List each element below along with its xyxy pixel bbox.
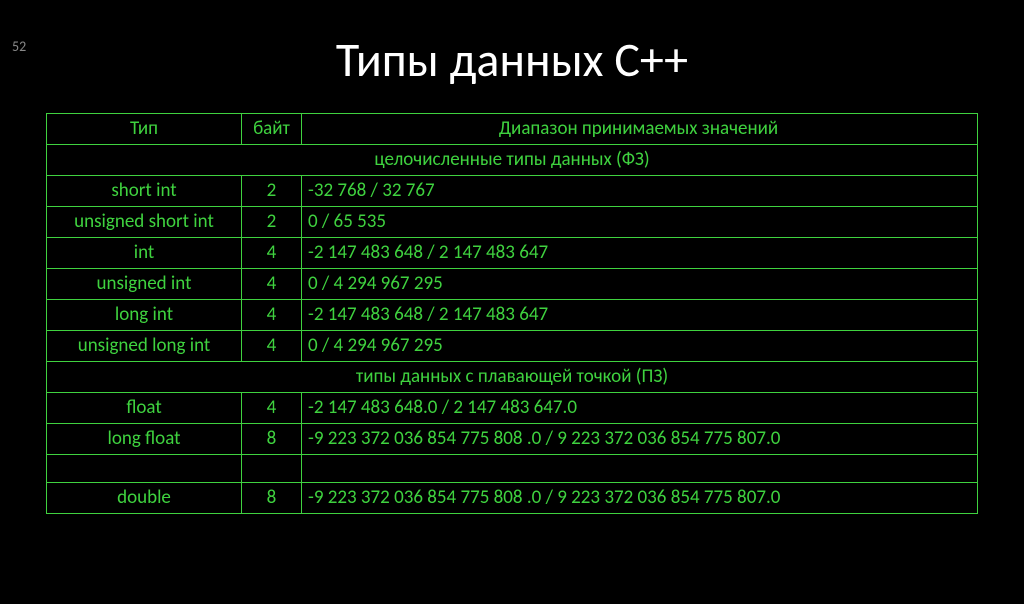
cell-range: -2 147 483 648 / 2 147 483 647	[302, 238, 978, 269]
data-types-table: Тип байт Диапазон принимаемых значений ц…	[46, 113, 978, 514]
table-row: short int 2 -32 768 / 32 767	[47, 176, 978, 207]
cell-range: 0 / 65 535	[302, 207, 978, 238]
table-row: unsigned long int 4 0 / 4 294 967 295	[47, 331, 978, 362]
cell-bytes: 4	[242, 269, 302, 300]
header-range: Диапазон принимаемых значений	[302, 114, 978, 145]
cell-empty	[242, 455, 302, 483]
table-row: unsigned short int 2 0 / 65 535	[47, 207, 978, 238]
table-empty-row	[47, 455, 978, 483]
cell-type: unsigned int	[47, 269, 242, 300]
cell-range: 0 / 4 294 967 295	[302, 269, 978, 300]
cell-bytes: 4	[242, 300, 302, 331]
cell-bytes: 4	[242, 393, 302, 424]
cell-empty	[302, 455, 978, 483]
section-integer: целочисленные типы данных (ФЗ)	[47, 145, 978, 176]
cell-bytes: 2	[242, 207, 302, 238]
table-header-row: Тип байт Диапазон принимаемых значений	[47, 114, 978, 145]
cell-type: float	[47, 393, 242, 424]
cell-type: long int	[47, 300, 242, 331]
cell-range: -9 223 372 036 854 775 808 .0 / 9 223 37…	[302, 483, 978, 514]
cell-bytes: 4	[242, 238, 302, 269]
section-float: типы данных с плавающей точкой (ПЗ)	[47, 362, 978, 393]
table-row: long int 4 -2 147 483 648 / 2 147 483 64…	[47, 300, 978, 331]
header-bytes: байт	[242, 114, 302, 145]
cell-range: 0 / 4 294 967 295	[302, 331, 978, 362]
cell-range: -32 768 / 32 767	[302, 176, 978, 207]
slide-number: 52	[12, 38, 26, 55]
table-row: float 4 -2 147 483 648.0 / 2 147 483 647…	[47, 393, 978, 424]
header-type: Тип	[47, 114, 242, 145]
cell-bytes: 8	[242, 424, 302, 455]
cell-empty	[47, 455, 242, 483]
cell-type: short int	[47, 176, 242, 207]
cell-type: int	[47, 238, 242, 269]
cell-type: double	[47, 483, 242, 514]
cell-range: -2 147 483 648.0 / 2 147 483 647.0	[302, 393, 978, 424]
cell-range: -2 147 483 648 / 2 147 483 647	[302, 300, 978, 331]
cell-bytes: 4	[242, 331, 302, 362]
table-row: long float 8 -9 223 372 036 854 775 808 …	[47, 424, 978, 455]
cell-bytes: 2	[242, 176, 302, 207]
cell-range: -9 223 372 036 854 775 808 .0 / 9 223 37…	[302, 424, 978, 455]
table-row: int 4 -2 147 483 648 / 2 147 483 647	[47, 238, 978, 269]
cell-type: long float	[47, 424, 242, 455]
cell-type: unsigned long int	[47, 331, 242, 362]
table-row: unsigned int 4 0 / 4 294 967 295	[47, 269, 978, 300]
page-title: Типы данных С++	[0, 30, 1024, 89]
cell-bytes: 8	[242, 483, 302, 514]
section-float-label: типы данных с плавающей точкой (ПЗ)	[47, 362, 978, 393]
table-row: double 8 -9 223 372 036 854 775 808 .0 /…	[47, 483, 978, 514]
section-integer-label: целочисленные типы данных (ФЗ)	[47, 145, 978, 176]
cell-type: unsigned short int	[47, 207, 242, 238]
